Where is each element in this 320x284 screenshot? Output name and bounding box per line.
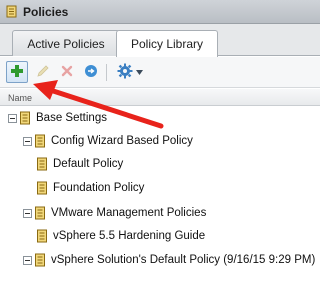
policy-scroll-icon bbox=[36, 229, 49, 243]
policy-scroll-icon bbox=[36, 181, 49, 195]
policy-tree: Base Settings Config Wizard Based Policy… bbox=[0, 106, 320, 284]
tree-item-default-policy[interactable]: Default Policy bbox=[36, 153, 123, 175]
gear-icon bbox=[117, 63, 133, 82]
tree-item-label: vSphere Solution's Default Policy (9/16/… bbox=[51, 254, 316, 266]
tree-item-label: Default Policy bbox=[53, 158, 124, 170]
tree-item-label: Foundation Policy bbox=[53, 182, 145, 194]
toolbar-separator bbox=[106, 64, 107, 81]
policy-scroll-icon bbox=[34, 253, 47, 267]
collapse-toggle-icon[interactable] bbox=[23, 255, 32, 265]
refresh-button[interactable] bbox=[80, 61, 102, 83]
toolbar bbox=[0, 57, 320, 88]
add-policy-button[interactable] bbox=[6, 61, 28, 83]
tab-active-policies[interactable]: Active Policies bbox=[12, 30, 120, 56]
policy-scroll-icon bbox=[34, 206, 47, 220]
window-titlebar: Policies bbox=[0, 0, 320, 24]
refresh-arrow-icon bbox=[84, 64, 98, 81]
policy-scroll-icon bbox=[36, 157, 49, 171]
window-title: Policies bbox=[23, 4, 69, 19]
collapse-toggle-icon[interactable] bbox=[23, 208, 32, 218]
tree-item-foundation-policy[interactable]: Foundation Policy bbox=[36, 177, 144, 199]
collapse-toggle-icon[interactable] bbox=[8, 113, 17, 123]
tree-item-label: VMware Management Policies bbox=[51, 207, 207, 219]
delete-x-icon bbox=[61, 65, 73, 80]
chevron-down-icon bbox=[136, 66, 143, 78]
edit-policy-button[interactable] bbox=[32, 61, 54, 83]
tree-item-vsphere-solutions-default-policy[interactable]: vSphere Solution's Default Policy (9/16/… bbox=[23, 249, 315, 271]
tree-item-label: Base Settings bbox=[36, 112, 107, 124]
tab-bar: Active Policies Policy Library bbox=[0, 24, 320, 57]
delete-policy-button[interactable] bbox=[56, 61, 78, 83]
tree-item-vsphere-hardening-guide[interactable]: vSphere 5.5 Hardening Guide bbox=[36, 225, 205, 247]
collapse-toggle-icon[interactable] bbox=[23, 136, 32, 146]
tab-policy-library[interactable]: Policy Library bbox=[116, 30, 218, 57]
column-header-name[interactable]: Name bbox=[0, 89, 320, 106]
tree-item-vmware-management-policies[interactable]: VMware Management Policies bbox=[23, 202, 206, 224]
add-plus-icon bbox=[10, 64, 24, 81]
policy-scroll-icon bbox=[34, 134, 47, 148]
tree-item-base-settings[interactable]: Base Settings bbox=[8, 107, 107, 129]
tree-item-label: Config Wizard Based Policy bbox=[51, 135, 193, 147]
tree-item-label: vSphere 5.5 Hardening Guide bbox=[53, 230, 206, 242]
tree-item-config-wizard-based-policy[interactable]: Config Wizard Based Policy bbox=[23, 130, 193, 152]
policy-scroll-icon bbox=[6, 5, 18, 18]
actions-menu-button[interactable] bbox=[112, 61, 148, 83]
pencil-icon bbox=[36, 64, 50, 81]
policy-scroll-icon bbox=[19, 111, 32, 125]
